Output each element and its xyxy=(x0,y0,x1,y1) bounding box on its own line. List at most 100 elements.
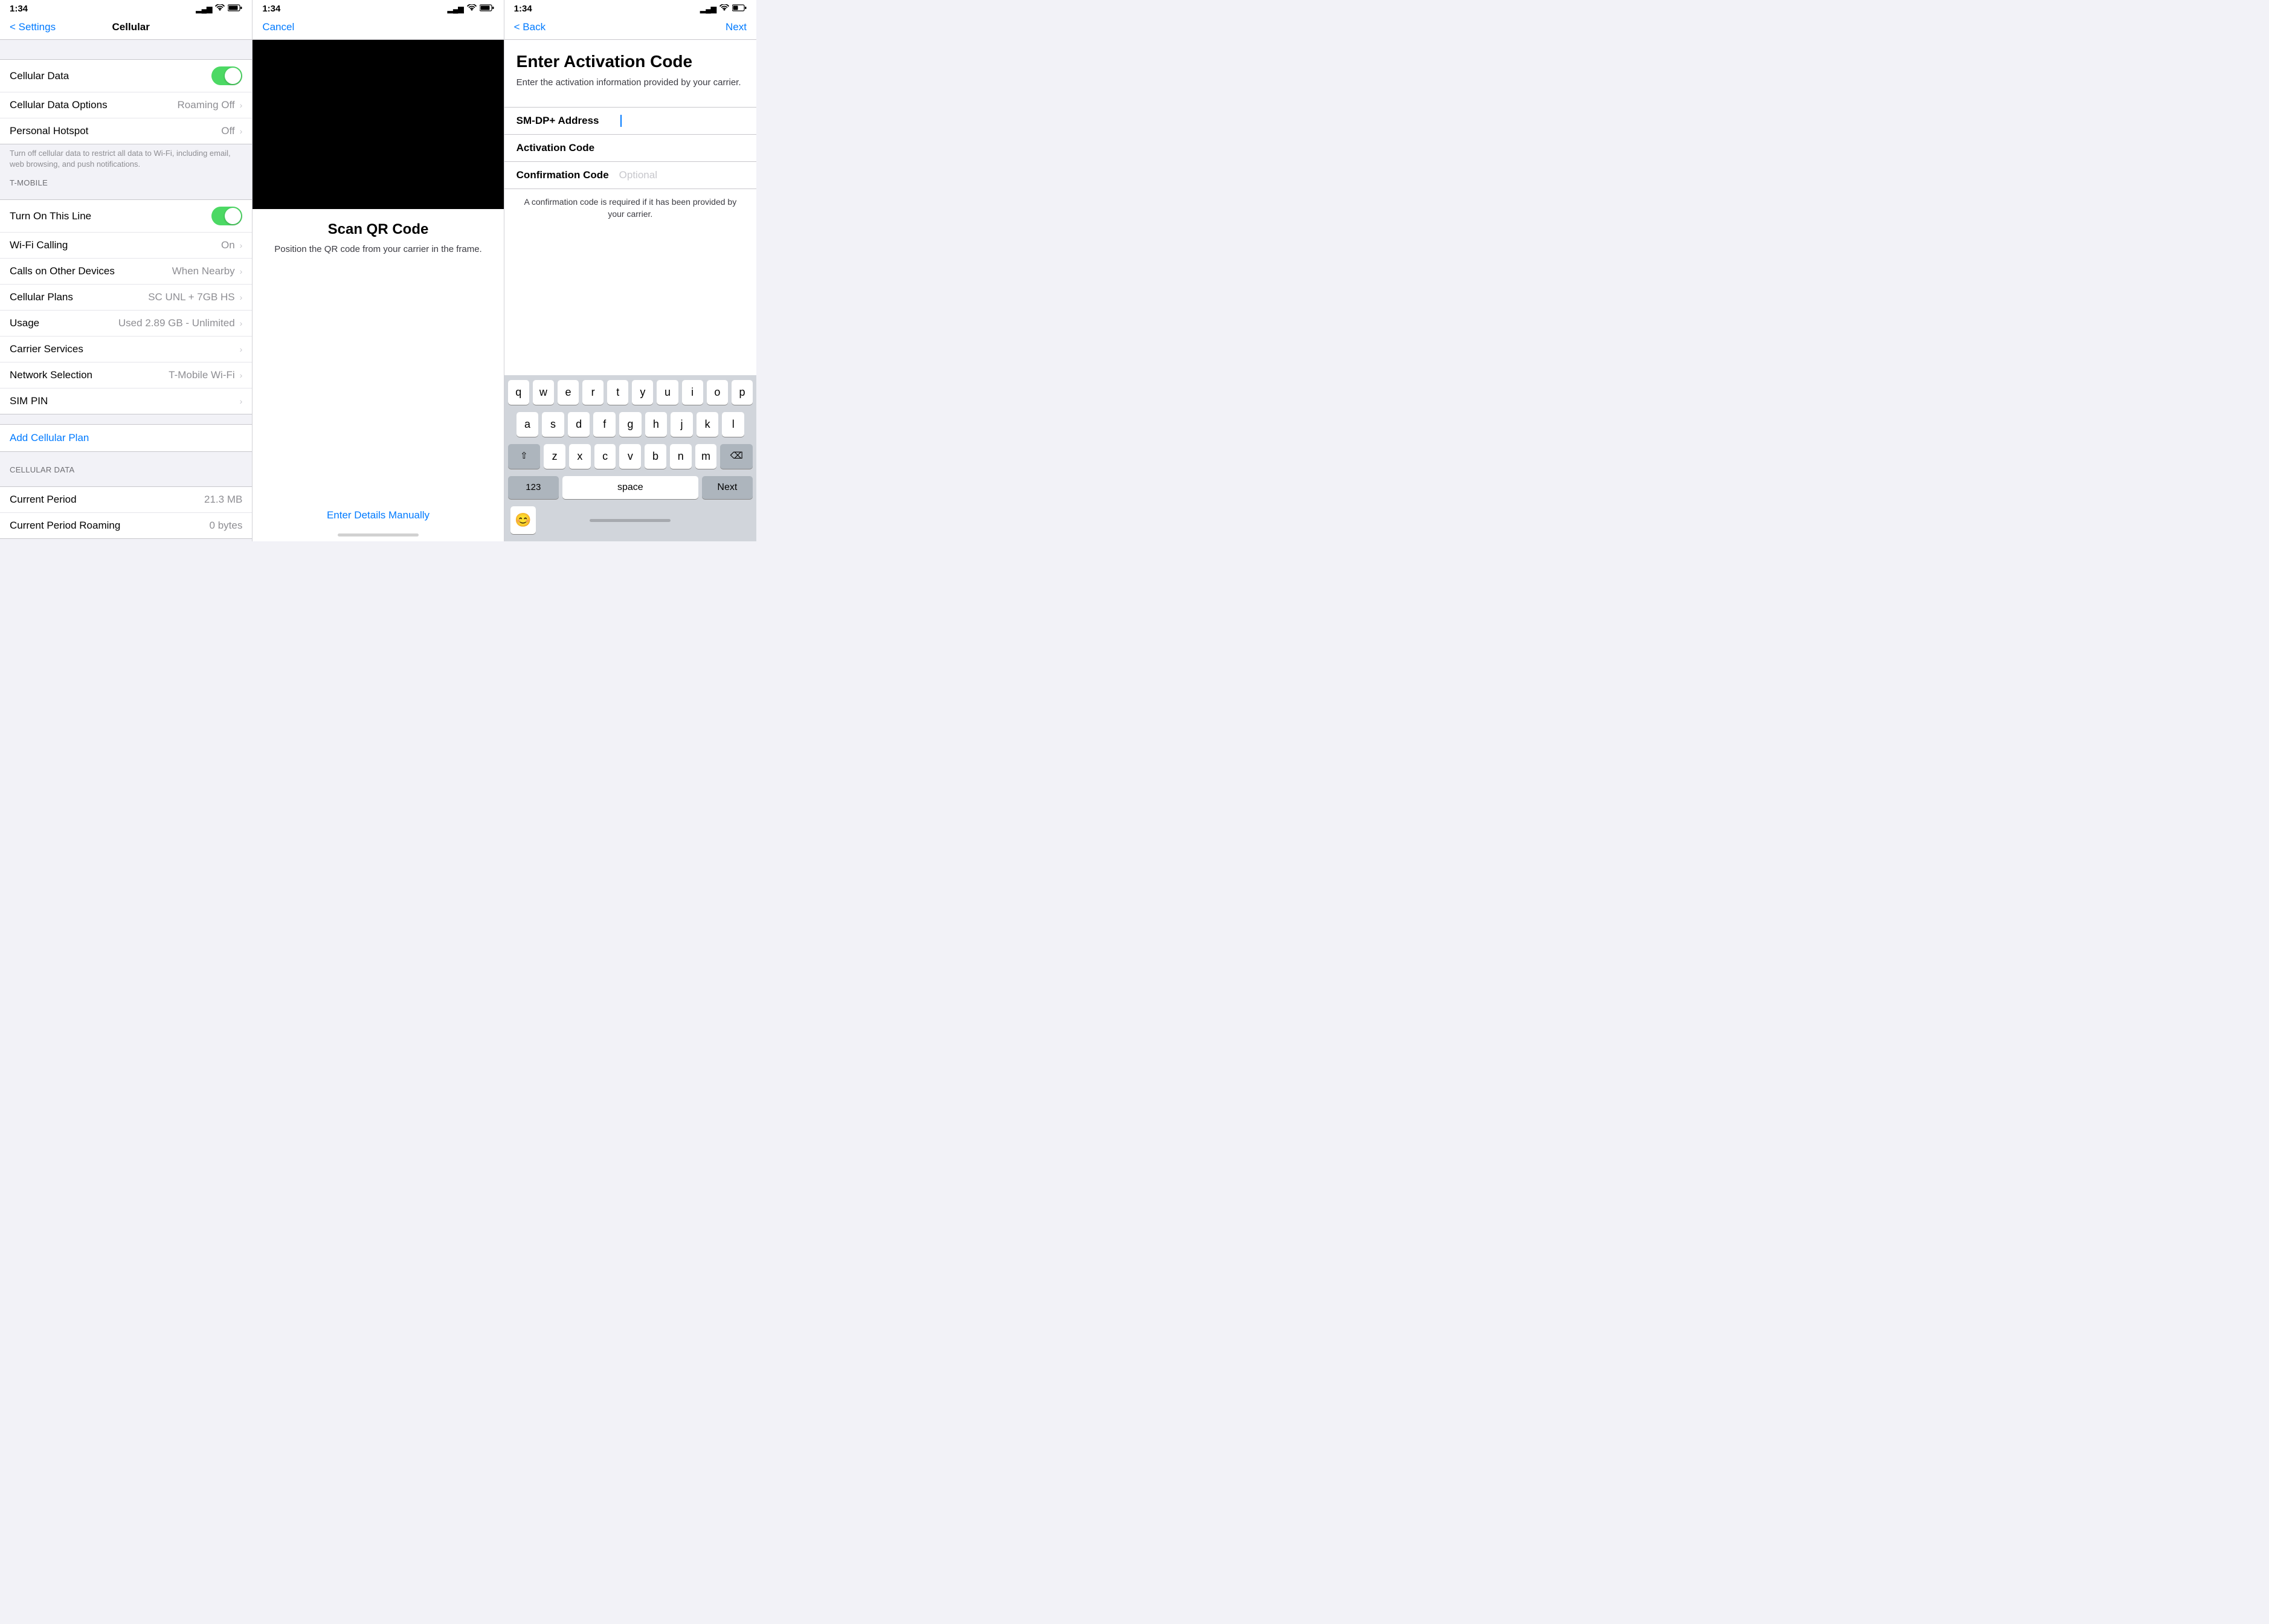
delete-key[interactable]: ⌫ xyxy=(720,444,753,469)
chevron-icon-4: › xyxy=(240,266,243,276)
calls-other-value: When Nearby › xyxy=(172,265,243,277)
key-p[interactable]: p xyxy=(732,380,753,405)
cellular-title: Cellular xyxy=(112,21,150,33)
key-b[interactable]: b xyxy=(645,444,666,469)
smdp-label: SM-DP+ Address xyxy=(517,115,619,127)
wifi-icon-1 xyxy=(215,4,225,13)
activation-back-button[interactable]: < Back xyxy=(514,21,546,33)
key-a[interactable]: a xyxy=(517,412,539,437)
key-u[interactable]: u xyxy=(657,380,678,405)
key-g[interactable]: g xyxy=(619,412,642,437)
shift-key[interactable]: ⇧ xyxy=(508,444,541,469)
text-cursor xyxy=(620,115,622,127)
key-j[interactable]: j xyxy=(671,412,693,437)
keyboard-row-3: ⇧ z x c v b n m ⌫ xyxy=(504,439,756,471)
time-3: 1:34 xyxy=(514,4,532,14)
key-e[interactable]: e xyxy=(558,380,579,405)
key-c[interactable]: c xyxy=(594,444,616,469)
current-period-roaming-row[interactable]: Current Period Roaming 0 bytes xyxy=(0,513,252,538)
current-period-value: 21.3 MB xyxy=(204,494,242,506)
activation-panel: 1:34 ▂▄▆ < Back Next Enter Activation Co… xyxy=(504,0,756,541)
signal-icon-2: ▂▄▆ xyxy=(448,5,464,13)
turn-on-line-toggle[interactable] xyxy=(211,207,242,225)
battery-icon-1 xyxy=(228,4,242,13)
time-1: 1:34 xyxy=(10,4,28,14)
chevron-icon-5: › xyxy=(240,292,243,302)
current-period-row[interactable]: Current Period 21.3 MB xyxy=(0,487,252,513)
key-y[interactable]: y xyxy=(632,380,653,405)
home-indicator-bar xyxy=(536,519,725,522)
cellular-plans-row[interactable]: Cellular Plans SC UNL + 7GB HS › xyxy=(0,285,252,311)
network-selection-row[interactable]: Network Selection T-Mobile Wi-Fi › xyxy=(0,362,252,388)
activation-code-label: Activation Code xyxy=(517,142,619,154)
key-s[interactable]: s xyxy=(542,412,564,437)
cancel-button[interactable]: Cancel xyxy=(262,21,294,33)
key-f[interactable]: f xyxy=(593,412,616,437)
personal-hotspot-row[interactable]: Personal Hotspot Off › xyxy=(0,118,252,144)
key-l[interactable]: l xyxy=(722,412,744,437)
current-period-roaming-label: Current Period Roaming xyxy=(10,520,120,532)
key-q[interactable]: q xyxy=(508,380,529,405)
settings-back-button[interactable]: < Settings xyxy=(10,21,56,33)
chevron-icon-6: › xyxy=(240,318,243,328)
qr-nav-bar: Cancel xyxy=(253,16,503,40)
numbers-key[interactable]: 123 xyxy=(508,476,559,499)
usage-row[interactable]: Usage Used 2.89 GB - Unlimited › xyxy=(0,311,252,337)
status-bar-3: 1:34 ▂▄▆ xyxy=(504,0,756,16)
key-r[interactable]: r xyxy=(582,380,603,405)
key-w[interactable]: w xyxy=(533,380,554,405)
confirmation-hint: A confirmation code is required if it ha… xyxy=(504,189,756,232)
carrier-services-label: Carrier Services xyxy=(10,343,83,355)
enter-details-manually-button[interactable]: Enter Details Manually xyxy=(253,497,503,533)
add-cellular-plan-button[interactable]: Add Cellular Plan xyxy=(0,424,252,452)
activation-next-button[interactable]: Next xyxy=(726,21,747,33)
signal-icon-1: ▂▄▆ xyxy=(196,5,212,13)
key-t[interactable]: t xyxy=(607,380,628,405)
confirmation-code-field-row[interactable]: Confirmation Code Optional xyxy=(504,162,756,189)
key-v[interactable]: v xyxy=(619,444,641,469)
usage-label: Usage xyxy=(10,317,39,329)
key-k[interactable]: k xyxy=(697,412,719,437)
calls-other-row[interactable]: Calls on Other Devices When Nearby › xyxy=(0,259,252,285)
turn-on-line-row[interactable]: Turn On This Line xyxy=(0,200,252,233)
key-m[interactable]: m xyxy=(695,444,717,469)
cellular-data-options-value: Roaming Off › xyxy=(178,99,243,111)
cellular-data-options-label: Cellular Data Options xyxy=(10,99,108,111)
nav-bar-1: < Settings Cellular xyxy=(0,16,252,40)
keyboard: q w e r t y u i o p a s d f g h j k l ⇧ … xyxy=(504,375,756,541)
qr-title: Scan QR Code xyxy=(253,209,503,243)
qr-subtitle: Position the QR code from your carrier i… xyxy=(253,243,503,268)
activation-header: Enter Activation Code Enter the activati… xyxy=(504,40,756,95)
key-o[interactable]: o xyxy=(707,380,728,405)
space-key[interactable]: space xyxy=(562,476,698,499)
status-bar-2: 1:34 ▂▄▆ xyxy=(253,0,503,16)
calls-other-label: Calls on Other Devices xyxy=(10,265,115,277)
sim-pin-label: SIM PIN xyxy=(10,395,48,407)
wifi-calling-row[interactable]: Wi-Fi Calling On › xyxy=(0,233,252,259)
next-key[interactable]: Next xyxy=(702,476,753,499)
key-h[interactable]: h xyxy=(645,412,668,437)
tmobile-section-label: T-MOBILE xyxy=(0,175,252,190)
status-bar-1: 1:34 ▂▄▆ xyxy=(0,0,252,16)
keyboard-row-4: 123 space Next xyxy=(504,471,756,504)
sim-pin-row[interactable]: SIM PIN › xyxy=(0,388,252,414)
cellular-data-group: Cellular Data Cellular Data Options Roam… xyxy=(0,50,252,175)
key-n[interactable]: n xyxy=(670,444,692,469)
cellular-data-toggle[interactable] xyxy=(211,66,242,85)
key-x[interactable]: x xyxy=(569,444,591,469)
chevron-icon: › xyxy=(240,100,243,110)
current-period-roaming-value: 0 bytes xyxy=(210,520,243,532)
cellular-data-row[interactable]: Cellular Data xyxy=(0,60,252,92)
cellular-plans-value: SC UNL + 7GB HS › xyxy=(148,291,242,303)
key-d[interactable]: d xyxy=(568,412,590,437)
smdp-field-row[interactable]: SM-DP+ Address xyxy=(504,108,756,135)
emoji-key[interactable]: 😊 xyxy=(510,506,536,534)
cellular-panel: 1:34 ▂▄▆ < Settings Cellular Cellular Da… xyxy=(0,0,252,541)
key-i[interactable]: i xyxy=(682,380,703,405)
cellular-data-options-row[interactable]: Cellular Data Options Roaming Off › xyxy=(0,92,252,118)
key-z[interactable]: z xyxy=(544,444,565,469)
activation-code-field-row[interactable]: Activation Code xyxy=(504,135,756,162)
status-icons-1: ▂▄▆ xyxy=(196,4,242,13)
carrier-services-row[interactable]: Carrier Services › xyxy=(0,337,252,362)
confirmation-placeholder: Optional xyxy=(619,169,657,181)
